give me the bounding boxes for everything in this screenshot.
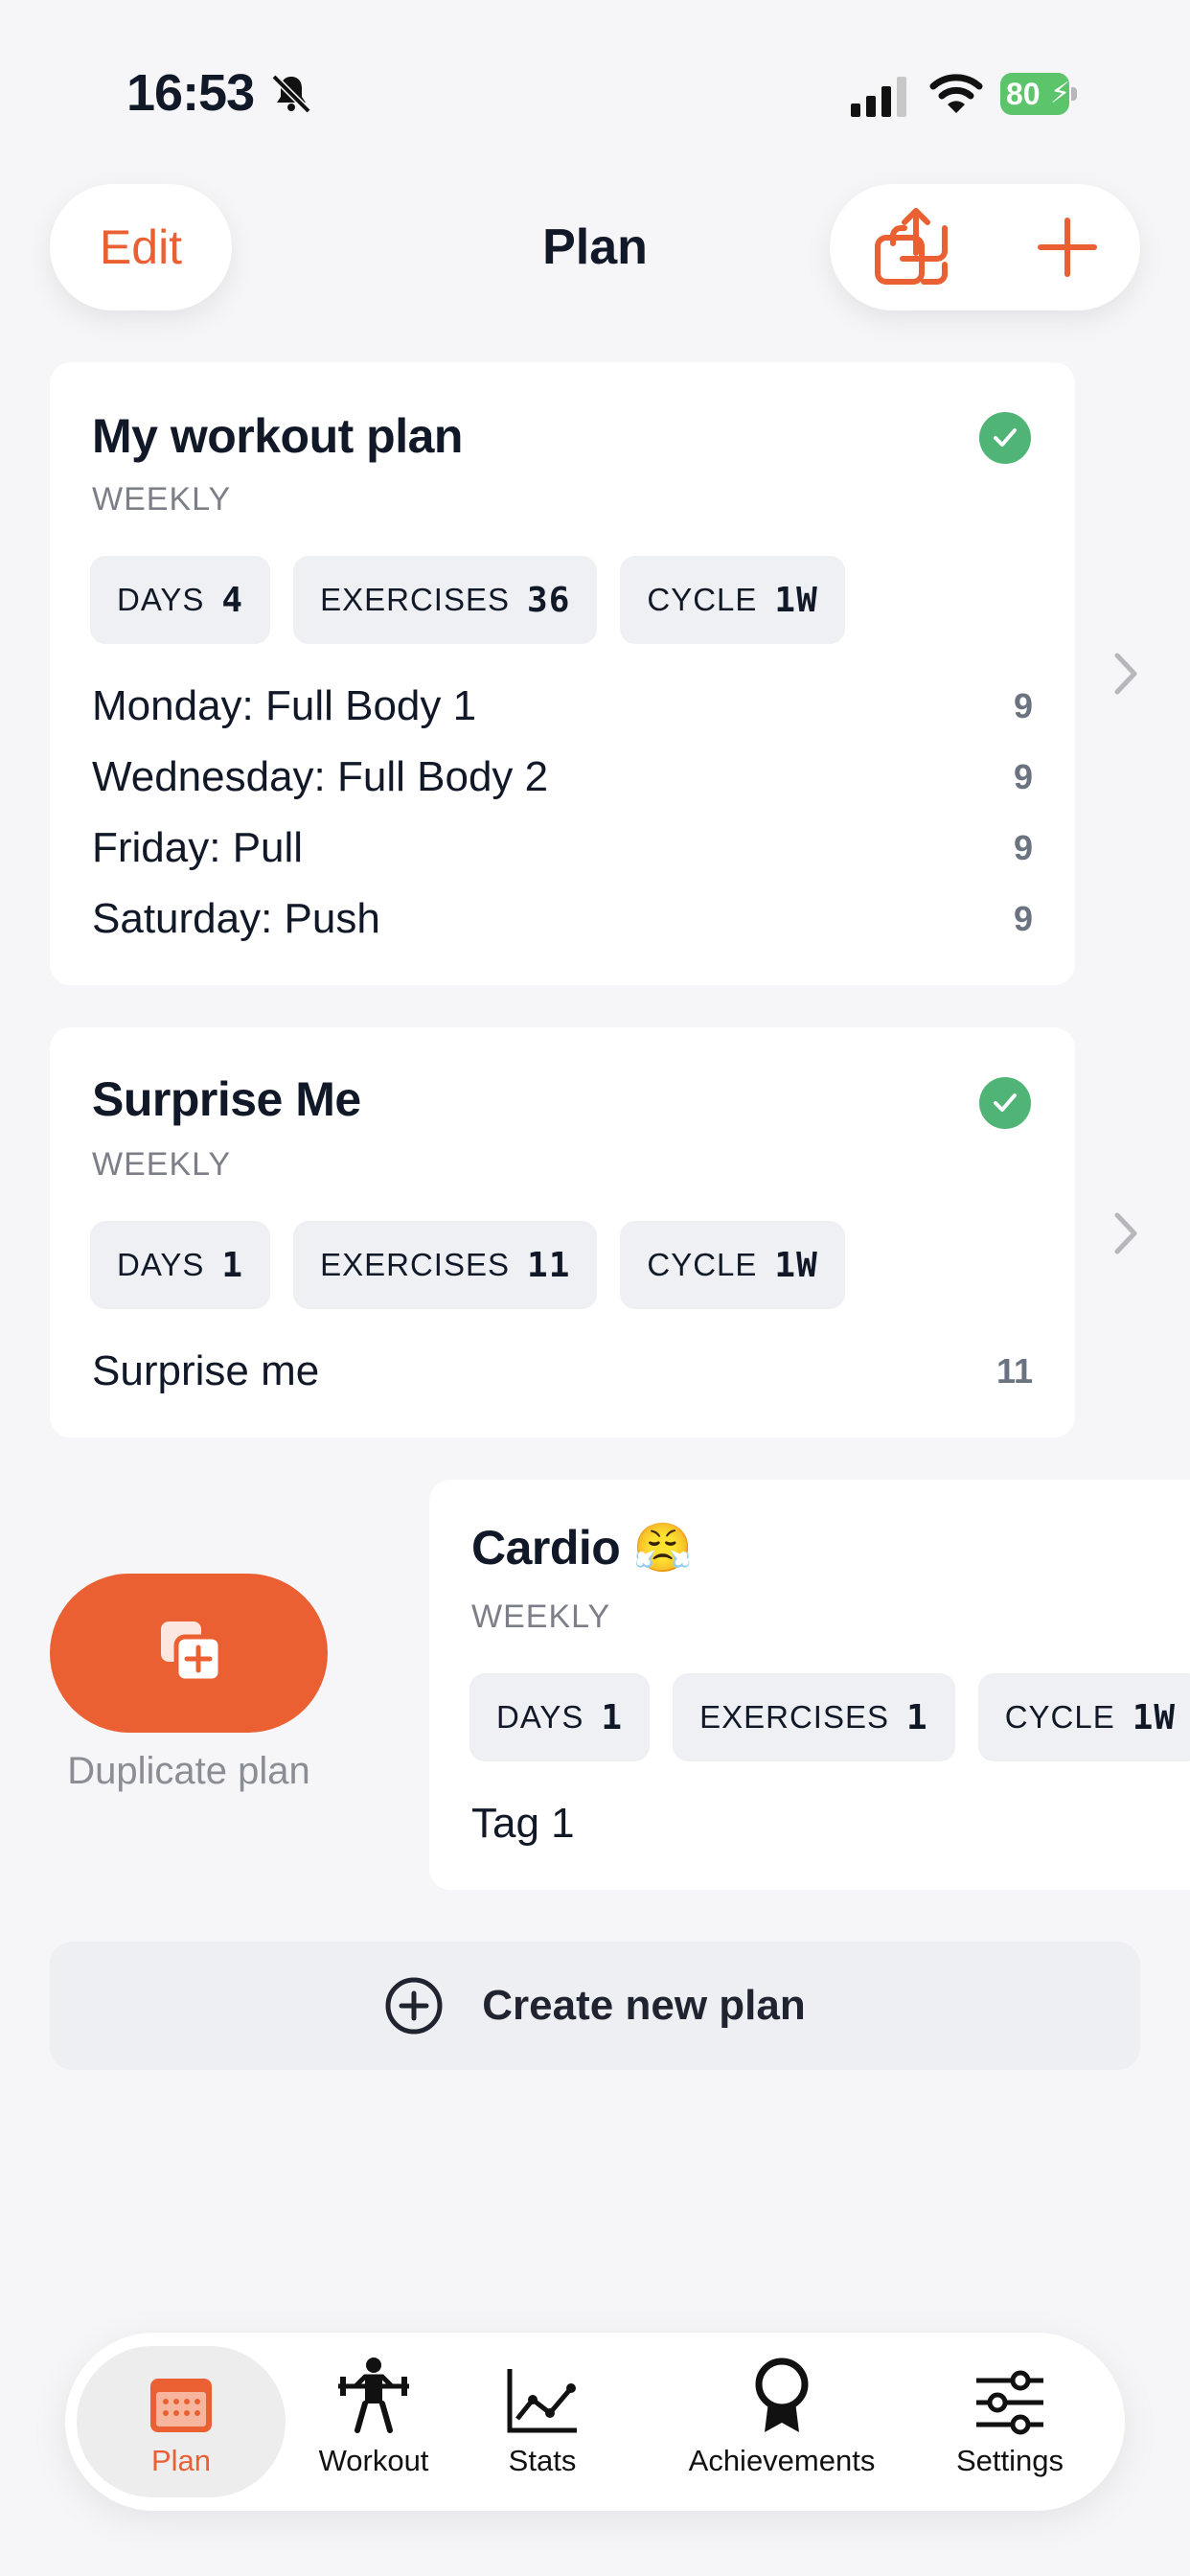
days-chip: DAYS 4 bbox=[90, 556, 271, 644]
list-item: Surprise me 11 bbox=[92, 1347, 1033, 1394]
plan-frequency: WEEKLY bbox=[92, 1146, 232, 1183]
duplicate-plan-label: Duplicate plan bbox=[67, 1750, 310, 1792]
list-item: Monday: Full Body 19 bbox=[92, 682, 1033, 729]
create-new-plan-label: Create new plan bbox=[482, 1982, 806, 2029]
line-chart-icon bbox=[507, 2369, 577, 2433]
list-item: Friday: Pull 9 bbox=[92, 824, 1033, 871]
plan-title: Cardio 😤 bbox=[471, 1521, 693, 1575]
plus-circle-icon bbox=[385, 1977, 443, 2035]
days-chip: DAYS 1 bbox=[469, 1673, 651, 1761]
plan-stats: DAYS 1 EXERCISES 11 CYCLE 1W bbox=[90, 1221, 845, 1309]
active-check-icon bbox=[979, 412, 1031, 464]
tab-label: Workout bbox=[318, 2444, 429, 2477]
plan-days: Monday: Full Body 19 Wednesday: Full Bod… bbox=[92, 671, 1033, 954]
exercises-chip: EXERCISES 36 bbox=[293, 556, 598, 644]
create-new-plan-button[interactable]: Create new plan bbox=[50, 1942, 1140, 2070]
tab-settings[interactable]: Settings bbox=[933, 2346, 1087, 2497]
tab-workout[interactable]: Workout bbox=[295, 2346, 452, 2497]
plan-card-surprise-me[interactable]: Surprise Me WEEKLY DAYS 1 EXERCISES 11 CYC… bbox=[50, 1027, 1075, 1438]
signal-icon bbox=[851, 77, 906, 117]
tab-label: Plan bbox=[150, 2444, 212, 2477]
plan-screen: 16:53 80 ⚡ Edit Plan My workout plan WEE… bbox=[0, 0, 1190, 2576]
plan-stats: DAYS 4 EXERCISES 36 CYCLE 1W bbox=[90, 556, 845, 644]
active-check-icon bbox=[979, 1077, 1031, 1129]
list-item: Wednesday: Full Body 29 bbox=[92, 753, 1033, 800]
exercises-chip: EXERCISES 1 bbox=[673, 1673, 955, 1761]
tab-label: Settings bbox=[955, 2444, 1064, 2477]
add-plan-icon[interactable] bbox=[1037, 217, 1098, 278]
battery-indicator: 80 ⚡ bbox=[1000, 73, 1079, 115]
duplicate-icon bbox=[161, 1622, 223, 1684]
plan-frequency: WEEKLY bbox=[471, 1598, 611, 1635]
list-item: Saturday: Push 9 bbox=[92, 895, 1033, 942]
plan-days: Tag 1 bbox=[471, 1788, 1148, 1859]
days-chip: DAYS 1 bbox=[90, 1221, 271, 1309]
plan-title: My workout plan bbox=[92, 409, 463, 463]
tab-plan[interactable]: Plan bbox=[77, 2346, 286, 2497]
tab-bar: Plan Workout Stats Achievements Settings bbox=[65, 2333, 1125, 2511]
weightlifter-icon bbox=[338, 2358, 409, 2433]
bell-slash-icon bbox=[271, 74, 311, 114]
cycle-chip: CYCLE 1W bbox=[620, 556, 845, 644]
plan-stats: DAYS 1 EXERCISES 1 CYCLE 1W bbox=[469, 1673, 1190, 1761]
duplicate-plan-button[interactable] bbox=[50, 1574, 328, 1733]
chevron-right-icon[interactable] bbox=[1111, 650, 1140, 698]
calendar-icon bbox=[150, 2379, 212, 2432]
tab-label: Stats bbox=[508, 2444, 577, 2477]
plan-card-cardio[interactable]: Cardio 😤 WEEKLY DAYS 1 EXERCISES 1 CYCLE 1W… bbox=[429, 1480, 1190, 1890]
share-icon[interactable] bbox=[868, 205, 954, 291]
sliders-icon bbox=[976, 2370, 1043, 2435]
tab-stats[interactable]: Stats bbox=[479, 2346, 606, 2497]
tab-label: Achievements bbox=[688, 2444, 876, 2477]
cycle-chip: CYCLE 1W bbox=[977, 1673, 1190, 1761]
charging-bolt-icon: ⚡ bbox=[1050, 78, 1071, 109]
wifi-icon bbox=[929, 74, 983, 113]
cycle-chip: CYCLE 1W bbox=[620, 1221, 845, 1309]
plan-days: Surprise me 11 bbox=[92, 1336, 1033, 1407]
chevron-right-icon[interactable] bbox=[1111, 1209, 1140, 1257]
header-actions bbox=[830, 184, 1140, 310]
plan-card-my-workout-plan[interactable]: My workout plan WEEKLY DAYS 4 EXERCISES 36… bbox=[50, 362, 1075, 985]
list-item: Tag 1 bbox=[471, 1800, 575, 1847]
award-icon bbox=[755, 2358, 809, 2432]
plan-title: Surprise Me bbox=[92, 1072, 361, 1126]
plan-frequency: WEEKLY bbox=[92, 481, 232, 518]
tab-achievements[interactable]: Achievements bbox=[669, 2346, 895, 2497]
exercises-chip: EXERCISES 11 bbox=[293, 1221, 598, 1309]
status-time: 16:53 bbox=[126, 64, 255, 122]
battery-level: 80 bbox=[1006, 76, 1041, 111]
